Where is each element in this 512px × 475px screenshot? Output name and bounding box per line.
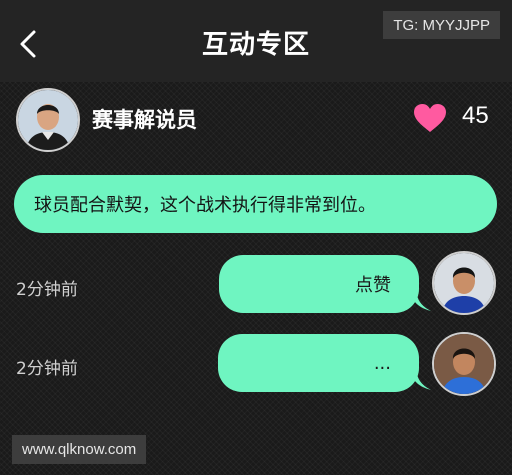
reply-avatar[interactable] [432, 332, 496, 396]
reply-time: 2分钟前 [16, 280, 78, 300]
heart-icon [414, 104, 446, 132]
reply-bubble: 点赞 [219, 255, 431, 313]
bubble-tail [411, 374, 431, 390]
main-message-bubble: 球员配合默契，这个战术执行得非常到位。 [14, 175, 497, 233]
reply-text: ... [373, 352, 391, 374]
bubble-tail [411, 295, 431, 311]
like-count: 45 [462, 102, 489, 129]
author-name: 赛事解说员 [92, 108, 197, 132]
reply-text: 点赞 [355, 275, 391, 296]
watermark-top: TG: MYYJJPP [383, 11, 500, 39]
author-avatar[interactable] [16, 88, 80, 152]
reply-avatar[interactable] [432, 251, 496, 315]
main-message-text: 球员配合默契，这个战术执行得非常到位。 [34, 195, 376, 216]
reply-time: 2分钟前 [16, 359, 78, 379]
reply-bubble: ... [218, 334, 431, 392]
watermark-bottom: www.qlknow.com [12, 435, 147, 464]
like-button[interactable] [412, 102, 448, 134]
